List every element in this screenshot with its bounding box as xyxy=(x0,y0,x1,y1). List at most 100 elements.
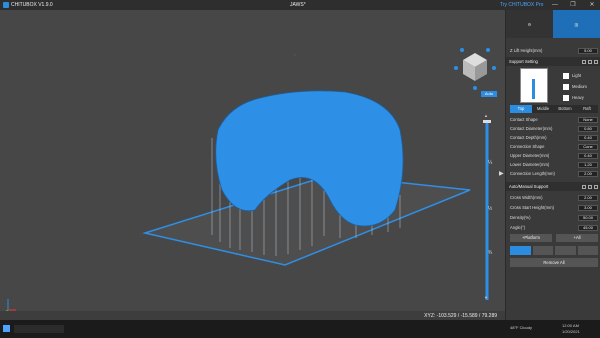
tab-top[interactable]: Top xyxy=(510,105,532,113)
density-light[interactable]: Light xyxy=(563,72,599,79)
density-heavy-label: Heavy xyxy=(572,95,584,100)
3d-viewport[interactable]: Auto ¼ ½ ¾ ▲ ▼ ▶ xyxy=(0,10,505,320)
chitubox-logo-icon xyxy=(3,2,9,8)
app-window: CHITUBOX V1.9.0 JAWS* Try CHITUBOX Pro —… xyxy=(0,0,600,320)
tab-raft[interactable]: Raft xyxy=(576,105,598,113)
edit-icon[interactable] xyxy=(594,184,598,189)
angle-input[interactable]: 45.00 xyxy=(578,224,598,231)
tab-bottom[interactable]: Bottom xyxy=(554,105,576,113)
right-panel: ⚙ ▥ Z Lift Height(mm) 5.00 Support Setti… xyxy=(505,10,600,320)
field-label: Angle(°) xyxy=(510,225,526,230)
windows-taskbar: 48°F Cloudy 12:00 AM 1/20/2021 xyxy=(0,320,600,338)
field-label: Contact Shape xyxy=(510,117,538,122)
field-label: Density(%) xyxy=(510,215,531,220)
scene-svg[interactable] xyxy=(0,10,505,314)
field-label: Connection Length(mm) xyxy=(510,171,555,176)
start-icon[interactable] xyxy=(3,325,10,332)
panel-tabs: ⚙ ▥ xyxy=(506,10,600,38)
support-icon: ▥ xyxy=(574,21,579,27)
taskbar-search-box[interactable] xyxy=(14,325,64,333)
field-row: Connection Length(mm) 2.00 xyxy=(510,170,598,177)
field-row: Upper Diameter(mm) 0.40 xyxy=(510,152,598,159)
connection-shape-select[interactable]: Cone xyxy=(578,143,598,150)
support-setting-label: Support Setting xyxy=(509,59,538,64)
contact-depth-input[interactable]: 0.40 xyxy=(578,134,598,141)
tab-settings[interactable]: ⚙ xyxy=(506,10,553,38)
field-label: Cross Width(mm) xyxy=(510,195,543,200)
save-icon[interactable] xyxy=(582,184,586,189)
build-plate xyxy=(142,174,471,266)
app-name: CHITUBOX V1.9.0 xyxy=(11,2,53,8)
tool-select-icon[interactable] xyxy=(510,246,531,255)
document-title: JAWS* xyxy=(290,2,306,8)
field-label: Lower Diameter(mm) xyxy=(510,162,550,167)
add-all-button[interactable]: +All xyxy=(556,234,598,242)
edit-icon[interactable] xyxy=(594,59,598,64)
density-heavy[interactable]: Heavy xyxy=(563,94,599,101)
reset-icon[interactable] xyxy=(588,184,592,189)
reset-icon[interactable] xyxy=(588,59,592,64)
cross-start-height-input[interactable]: 3.00 xyxy=(578,204,598,211)
z-lift-input[interactable]: 5.00 xyxy=(578,47,598,54)
maximize-button[interactable]: ❐ xyxy=(569,1,577,9)
weather-text: 48°F Cloudy xyxy=(510,325,533,330)
settings-icon: ⚙ xyxy=(527,21,532,27)
auto-view-button[interactable]: Auto xyxy=(481,91,497,97)
tool-delete-icon[interactable] xyxy=(577,246,598,255)
field-row: Cross Start Height(mm) 3.00 xyxy=(510,204,598,211)
field-label: Contact Diameter(mm) xyxy=(510,126,553,131)
slider-up-arrow-icon[interactable]: ▲ xyxy=(484,113,488,118)
field-label: Connection Shape xyxy=(510,144,545,149)
auto-manual-header[interactable]: Auto/Manual Support xyxy=(506,182,600,191)
support-tools xyxy=(510,246,598,255)
save-icon[interactable] xyxy=(582,59,586,64)
cursor-coordinates: XYZ: -103.529 / -15.589 / 79.289 xyxy=(424,313,497,319)
slider-quarter-label: ¼ xyxy=(488,160,493,166)
field-row: Density(%) 50.00 xyxy=(510,214,598,221)
field-row: Connection Shape Cone xyxy=(510,143,598,150)
density-input[interactable]: 50.00 xyxy=(578,214,598,221)
field-label: Cross Start Height(mm) xyxy=(510,205,554,210)
minimize-button[interactable]: — xyxy=(551,1,559,9)
field-label: Upper Diameter(mm) xyxy=(510,153,550,158)
auto-manual-label: Auto/Manual Support xyxy=(509,184,549,189)
close-button[interactable]: ✕ xyxy=(588,1,596,9)
field-row: Angle(°) 45.00 xyxy=(510,224,598,231)
title-bar: CHITUBOX V1.9.0 JAWS* Try CHITUBOX Pro —… xyxy=(0,0,600,10)
density-medium[interactable]: Medium xyxy=(563,83,599,90)
field-row: Contact Depth(mm) 0.40 xyxy=(510,134,598,141)
field-row: Contact Shape None xyxy=(510,116,598,123)
tool-line-icon[interactable] xyxy=(555,246,576,255)
panel-collapse-icon[interactable]: ▶ xyxy=(499,170,504,177)
z-lift-row: Z Lift Height(mm) 5.00 xyxy=(510,47,598,54)
density-light-label: Light xyxy=(572,73,582,78)
upper-diameter-input[interactable]: 0.40 xyxy=(578,152,598,159)
tab-middle[interactable]: Middle xyxy=(532,105,554,113)
add-platform-button[interactable]: +Platform xyxy=(510,234,552,242)
contact-diameter-input[interactable]: 0.80 xyxy=(578,125,598,132)
field-label: Contact Depth(mm) xyxy=(510,135,547,140)
connection-length-input[interactable]: 2.00 xyxy=(578,170,598,177)
field-row: Lower Diameter(mm) 1.20 xyxy=(510,161,598,168)
lower-diameter-input[interactable]: 1.20 xyxy=(578,161,598,168)
clock-time[interactable]: 12:00 AM xyxy=(562,323,579,328)
slider-threequarter-label: ¾ xyxy=(488,250,493,256)
clock-date[interactable]: 1/20/2021 xyxy=(562,329,580,334)
status-bar: XYZ: -103.529 / -15.589 / 79.289 xyxy=(0,311,505,320)
try-pro-link[interactable]: Try CHITUBOX Pro xyxy=(500,2,543,8)
remove-all-button[interactable]: Remove All xyxy=(510,258,598,267)
slider-half-label: ½ xyxy=(488,206,493,212)
field-row: Contact Diameter(mm) 0.80 xyxy=(510,125,598,132)
support-setting-header[interactable]: Support Setting xyxy=(506,57,600,66)
tab-support[interactable]: ▥ xyxy=(553,10,600,38)
field-row: Cross Width(mm) 2.00 xyxy=(510,194,598,201)
view-cube[interactable] xyxy=(454,48,496,90)
layer-slider-handle[interactable] xyxy=(483,120,491,123)
cross-width-input[interactable]: 2.00 xyxy=(578,194,598,201)
tool-column-icon[interactable] xyxy=(532,246,553,255)
density-medium-label: Medium xyxy=(572,84,587,89)
support-part-tabs: Top Middle Bottom Raft xyxy=(510,105,598,113)
slider-down-arrow-icon[interactable]: ▼ xyxy=(484,295,488,300)
z-lift-label: Z Lift Height(mm) xyxy=(510,48,543,53)
contact-shape-select[interactable]: None xyxy=(578,116,598,123)
